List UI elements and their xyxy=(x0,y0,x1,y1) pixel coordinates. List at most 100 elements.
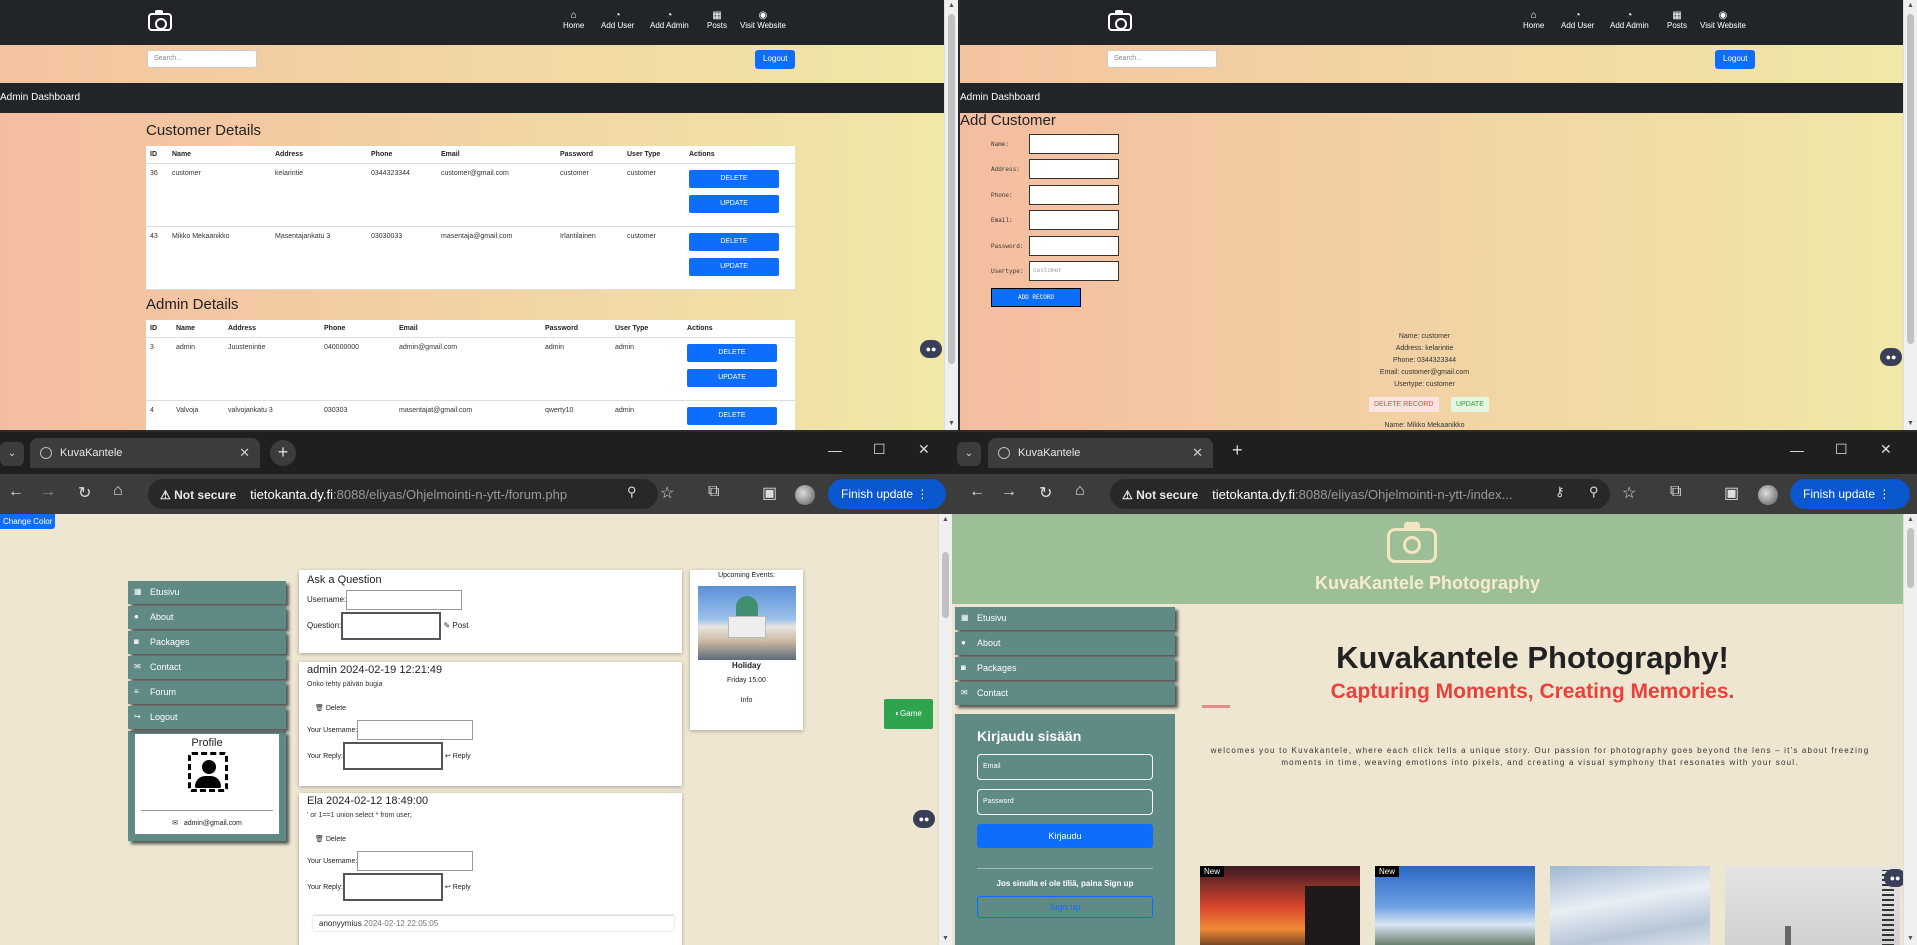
maximize-icon[interactable]: ☐ xyxy=(873,441,886,458)
menu-item-forum[interactable]: ≡ Forum xyxy=(128,681,286,704)
zoom-icon[interactable]: ⚲ xyxy=(627,484,637,500)
vertical-scrollbar[interactable]: ▲ ▼ xyxy=(938,514,952,945)
scroll-thumb[interactable] xyxy=(942,552,949,618)
nav-home[interactable]: ⌂ Home xyxy=(563,10,584,30)
scroll-up-icon[interactable]: ▲ xyxy=(939,514,952,526)
scroll-thumb[interactable] xyxy=(948,14,955,364)
camera-logo-icon[interactable] xyxy=(1108,10,1132,31)
nav-add-admin[interactable]: ◔ Add Admin xyxy=(1610,10,1649,30)
search-input[interactable]: Search... xyxy=(147,50,257,68)
delete-button[interactable]: DELETE xyxy=(687,407,777,425)
chat-bubble-icon[interactable]: ●● xyxy=(920,340,942,358)
reload-icon[interactable]: ↻ xyxy=(78,483,91,503)
nav-add-admin[interactable]: ◔ Add Admin xyxy=(650,10,689,30)
nav-add-user[interactable]: ◔ Add User xyxy=(1561,10,1594,30)
email-field[interactable] xyxy=(1029,210,1119,230)
zoom-icon[interactable]: ⚲ xyxy=(1589,484,1599,500)
delete-post-button[interactable]: 🗑 Delete xyxy=(315,835,674,843)
update-button[interactable]: UPDATE xyxy=(687,369,777,387)
username-input[interactable] xyxy=(346,590,463,610)
not-secure-badge[interactable]: ⚠ Not secure xyxy=(1122,488,1198,502)
minimize-icon[interactable]: — xyxy=(1790,442,1804,458)
address-bar[interactable]: ⚠ Not secure tietokanta.dy.fi:8088/eliyas… xyxy=(148,479,658,509)
delete-post-button[interactable]: 🗑 Delete xyxy=(315,704,674,712)
camera-logo-icon[interactable] xyxy=(148,10,172,31)
search-input[interactable]: Search... xyxy=(1107,50,1217,68)
reply-username-input[interactable] xyxy=(357,720,474,740)
sidebar-icon[interactable]: ▣ xyxy=(1724,483,1739,503)
finish-update-button[interactable]: Finish update ⋮ xyxy=(828,479,946,509)
menu-item-contact[interactable]: ✉ Contact xyxy=(955,682,1175,705)
delete-button[interactable]: DELETE xyxy=(689,170,779,188)
menu-item-etusivu[interactable]: ▦ Etusivu xyxy=(128,581,286,604)
email-input[interactable]: Email xyxy=(977,754,1153,780)
nav-add-user[interactable]: ◔ Add User xyxy=(601,10,634,30)
finish-update-button[interactable]: Finish update ⋮ xyxy=(1790,479,1910,509)
login-button[interactable]: Kirjaudu xyxy=(977,824,1153,848)
delete-button[interactable]: DELETE xyxy=(687,344,777,362)
menu-item-packages[interactable]: ◙ Packages xyxy=(128,631,286,654)
extensions-icon[interactable]: ⧉ xyxy=(1670,483,1681,501)
reply-button[interactable]: ↩ Reply xyxy=(445,753,471,760)
reply-username-input[interactable] xyxy=(357,851,474,871)
close-window-icon[interactable]: ✕ xyxy=(1880,441,1892,458)
name-field[interactable] xyxy=(1029,134,1119,154)
usertype-field[interactable]: customer xyxy=(1029,261,1119,281)
logout-button[interactable]: Logout xyxy=(1715,50,1756,69)
logout-button[interactable]: Logout xyxy=(755,50,796,69)
phone-field[interactable] xyxy=(1029,185,1119,205)
reply-button[interactable]: ↩ Reply xyxy=(445,884,471,891)
scroll-down-icon[interactable]: ▼ xyxy=(945,418,958,430)
tab-search-icon[interactable]: ⌄ xyxy=(0,442,24,466)
address-field[interactable] xyxy=(1029,159,1119,179)
chat-bubble-icon[interactable]: ●● xyxy=(913,810,935,828)
update-record-button[interactable]: UPDATE xyxy=(1451,397,1489,412)
tab-kuvakantele[interactable]: KuvaKantele ✕ xyxy=(988,438,1213,468)
bookmark-star-icon[interactable]: ☆ xyxy=(660,483,674,503)
back-icon[interactable]: ← xyxy=(969,483,985,501)
address-bar[interactable]: ⚠ Not secure tietokanta.dy.fi:8088/eliyas… xyxy=(1110,479,1610,509)
new-tab-icon[interactable]: + xyxy=(270,440,296,466)
delete-button[interactable]: DELETE xyxy=(689,233,779,251)
vertical-scrollbar[interactable]: ▲ ▼ xyxy=(1903,514,1917,945)
gallery-image[interactable] xyxy=(1725,866,1900,945)
signup-button[interactable]: Sign up xyxy=(977,896,1153,918)
nav-posts[interactable]: ▦ Posts xyxy=(1667,10,1687,30)
scroll-down-icon[interactable]: ▼ xyxy=(1904,933,1917,945)
password-input[interactable]: Password xyxy=(977,789,1153,815)
scroll-thumb[interactable] xyxy=(1907,528,1914,588)
chat-bubble-icon[interactable]: ●● xyxy=(1880,348,1902,366)
extensions-icon[interactable]: ⧉ xyxy=(708,483,719,501)
game-button[interactable]: ◐Game xyxy=(884,699,933,729)
close-tab-icon[interactable]: ✕ xyxy=(1192,445,1203,461)
scroll-down-icon[interactable]: ▼ xyxy=(1904,418,1917,430)
reload-icon[interactable]: ↻ xyxy=(1039,483,1052,503)
menu-item-about[interactable]: ● About xyxy=(955,632,1175,655)
forward-icon[interactable]: → xyxy=(40,483,56,501)
menu-item-contact[interactable]: ✉ Contact xyxy=(128,656,286,679)
gallery-image[interactable] xyxy=(1550,866,1710,945)
home-icon[interactable]: ⌂ xyxy=(1075,482,1085,500)
close-window-icon[interactable]: ✕ xyxy=(918,441,930,458)
home-icon[interactable]: ⌂ xyxy=(113,482,123,500)
close-tab-icon[interactable]: ✕ xyxy=(239,445,250,461)
vertical-scrollbar[interactable]: ▲ ▼ xyxy=(944,0,958,430)
gallery-image[interactable]: New xyxy=(1375,866,1535,945)
event-image[interactable] xyxy=(697,586,796,660)
menu-item-about[interactable]: ● About xyxy=(128,606,286,629)
scroll-up-icon[interactable]: ▲ xyxy=(945,0,958,12)
post-button[interactable]: ✎ Post xyxy=(443,621,468,630)
forward-icon[interactable]: → xyxy=(1001,483,1017,501)
reply-textarea[interactable] xyxy=(342,873,443,901)
scroll-up-icon[interactable]: ▲ xyxy=(1904,0,1917,12)
password-field[interactable] xyxy=(1029,236,1119,256)
vertical-scrollbar[interactable]: ▲ ▼ xyxy=(1903,0,1917,430)
minimize-icon[interactable]: — xyxy=(828,442,842,458)
gallery-image[interactable]: New xyxy=(1200,866,1360,945)
profile-avatar[interactable] xyxy=(795,485,815,505)
delete-record-button[interactable]: DELETE RECORD xyxy=(1369,397,1439,412)
tab-search-icon[interactable]: ⌄ xyxy=(957,442,981,466)
back-icon[interactable]: ← xyxy=(8,483,24,501)
reply-textarea[interactable] xyxy=(342,742,443,770)
profile-avatar[interactable] xyxy=(1758,485,1778,505)
